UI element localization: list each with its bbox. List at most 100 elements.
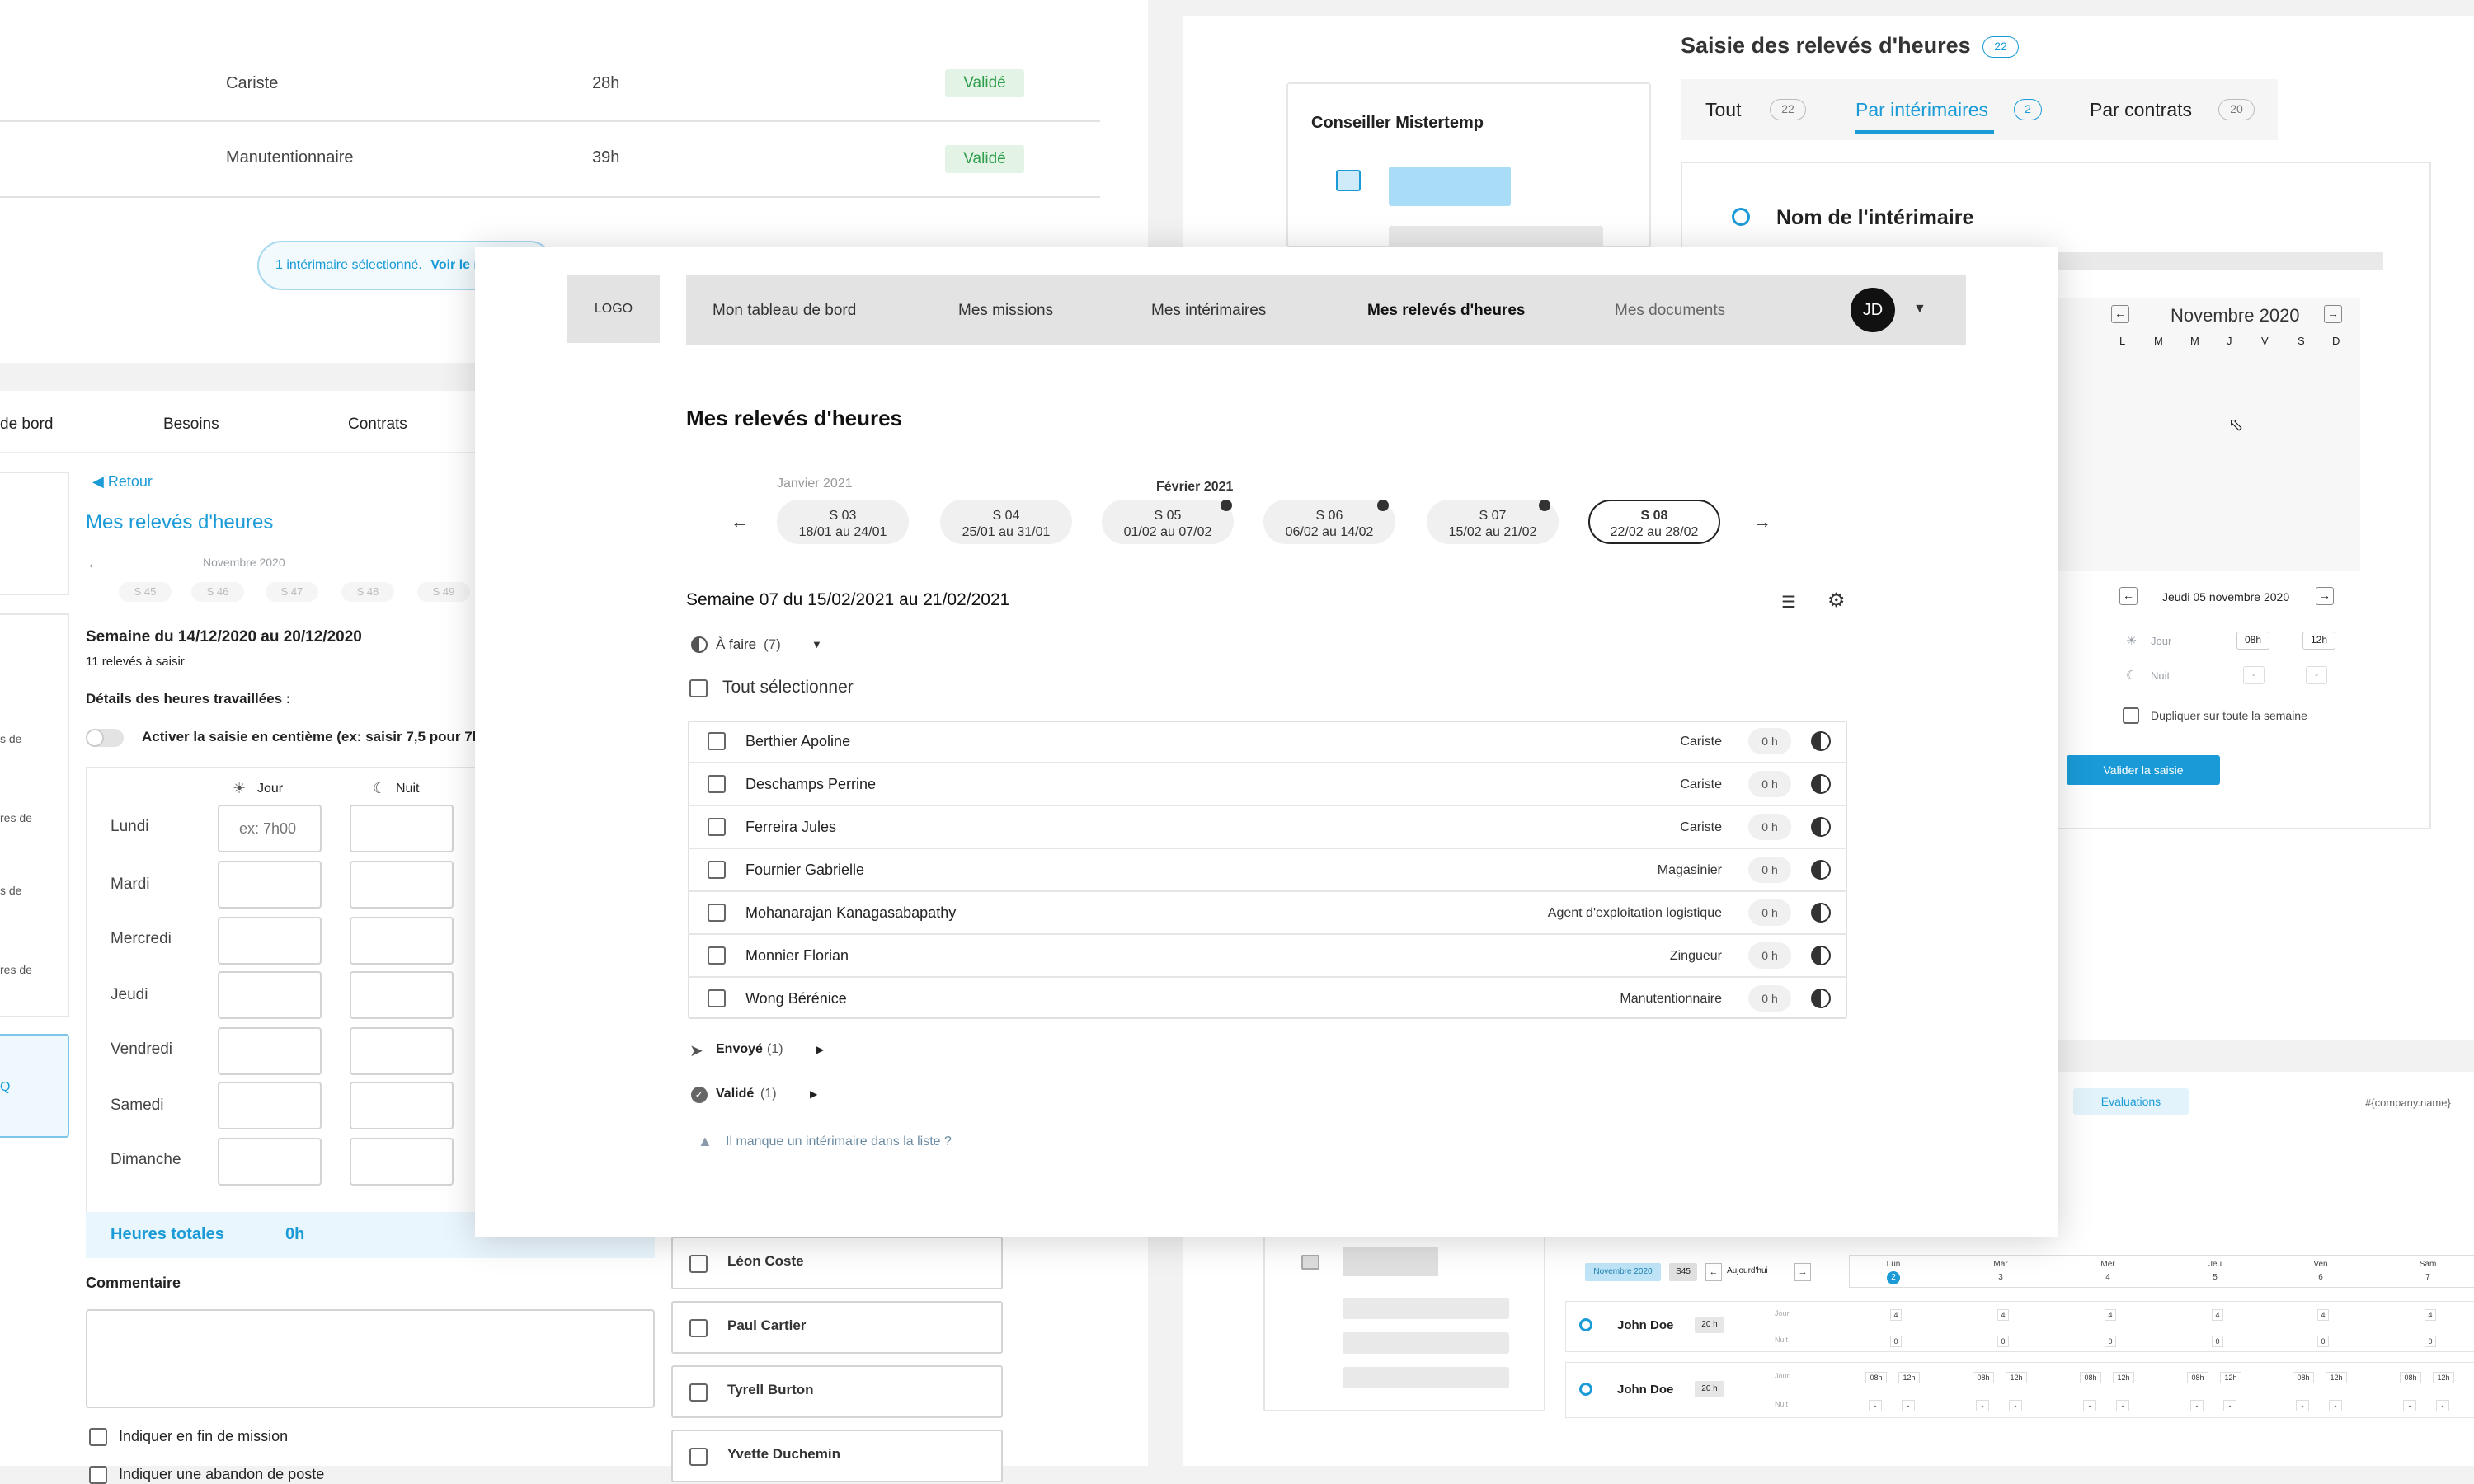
week-pill[interactable]: S 48 — [341, 582, 394, 602]
day-hours-input[interactable] — [218, 805, 322, 852]
list-checkbox[interactable] — [689, 1319, 708, 1337]
week-prev-icon[interactable]: ← — [731, 511, 749, 533]
row-checkbox[interactable] — [708, 732, 726, 750]
night-hours-input[interactable] — [350, 971, 454, 1019]
next-icon[interactable]: → — [1794, 1263, 1811, 1281]
table-row[interactable]: Ferreira Jules Cariste 0 h — [688, 806, 1847, 849]
planning-cell[interactable]: 12h — [2113, 1372, 2134, 1383]
planning-cell[interactable]: 08h — [1865, 1372, 1887, 1383]
tab-evaluations[interactable]: Evaluations — [2073, 1088, 2189, 1115]
planning-cell[interactable]: 4 — [2317, 1309, 2329, 1321]
planning-cell[interactable]: 0 — [2317, 1336, 2329, 1347]
missing-interim-link[interactable]: Il manque un intérimaire dans la liste ? — [726, 1134, 952, 1149]
day-hours-input[interactable] — [218, 917, 322, 965]
week-pill[interactable]: S 45 — [119, 582, 172, 602]
night-end[interactable]: - — [2306, 666, 2327, 684]
start-time[interactable]: 08h — [2236, 632, 2269, 650]
duplicate-checkbox[interactable] — [2123, 707, 2139, 724]
back-link[interactable]: ◀ Retour — [92, 473, 153, 491]
planning-cell[interactable]: 08h — [2293, 1372, 2314, 1383]
list-item[interactable]: Yvette Duchemin — [671, 1430, 1003, 1482]
night-hours-input[interactable] — [350, 861, 454, 909]
day-hours-input[interactable] — [218, 1027, 322, 1075]
nav-releves[interactable]: Mes relevés d'heures — [1367, 302, 1525, 320]
planning-cell[interactable]: 4 — [1890, 1309, 1902, 1321]
nav-dashboard[interactable]: Mon tableau de bord — [713, 302, 856, 320]
table-row[interactable]: Monnier Florian Zingueur 0 h — [688, 935, 1847, 978]
sent-label[interactable]: Envoyé — [716, 1042, 763, 1057]
table-row[interactable]: Berthier Apoline Cariste 0 h — [688, 721, 1847, 763]
row-checkbox[interactable] — [708, 946, 726, 965]
week-chip[interactable]: S45 — [1669, 1263, 1697, 1281]
week-s03[interactable]: S 03 18/01 au 24/01 — [777, 500, 909, 544]
left-card-active[interactable]: Q — [0, 1034, 69, 1138]
table-row[interactable]: Deschamps Perrine Cariste 0 h — [688, 763, 1847, 806]
planning-cell[interactable]: 12h — [1898, 1372, 1920, 1383]
night-hours-input[interactable] — [350, 1027, 454, 1075]
planning-cell[interactable]: - — [1976, 1400, 1989, 1411]
row-checkbox[interactable] — [708, 904, 726, 922]
planning-cell[interactable]: - — [2116, 1400, 2129, 1411]
sent-caret-icon[interactable]: ▶ — [816, 1044, 824, 1055]
abandon-checkbox[interactable] — [89, 1466, 107, 1484]
table-row[interactable]: Fournier Gabrielle Magasinier 0 h — [688, 849, 1847, 892]
planning-cell[interactable]: - — [2329, 1400, 2342, 1411]
planning-cell[interactable]: 4 — [2425, 1309, 2436, 1321]
planning-cell[interactable]: - — [2403, 1400, 2416, 1411]
list-checkbox[interactable] — [689, 1255, 708, 1273]
validated-label[interactable]: Validé — [716, 1087, 754, 1101]
planning-cell[interactable]: - — [2223, 1400, 2236, 1411]
planning-cell[interactable]: 4 — [2212, 1309, 2223, 1321]
table-row[interactable]: Wong Bérénice Manutentionnaire 0 h — [688, 978, 1847, 1021]
night-hours-input[interactable] — [350, 917, 454, 965]
planning-cell[interactable]: 08h — [2187, 1372, 2208, 1383]
table-row[interactable]: Mohanarajan Kanagasabapathy Agent d'explo… — [688, 892, 1847, 935]
decimal-toggle[interactable] — [86, 729, 124, 747]
select-all-checkbox[interactable] — [689, 679, 708, 697]
user-menu-caret-icon[interactable]: ▼ — [1913, 302, 1926, 317]
week-next-icon[interactable]: → — [1753, 511, 1771, 533]
row-checkbox[interactable] — [708, 818, 726, 836]
nav-missions[interactable]: Mes missions — [958, 302, 1053, 320]
tab-besoins[interactable]: Besoins — [163, 416, 219, 434]
planning-cell[interactable]: - — [1902, 1400, 1915, 1411]
week-pill[interactable]: S 47 — [266, 582, 318, 602]
prev-icon[interactable]: ← — [1705, 1263, 1722, 1281]
week-s08[interactable]: S 08 22/02 au 28/02 — [1588, 500, 1720, 544]
planning-cell[interactable]: 08h — [2080, 1372, 2101, 1383]
day-hours-input[interactable] — [218, 1082, 322, 1129]
comment-textarea[interactable] — [86, 1309, 655, 1408]
planning-cell[interactable]: - — [2083, 1400, 2096, 1411]
day-next-icon[interactable]: → — [2316, 587, 2334, 605]
planning-cell[interactable]: 0 — [1890, 1336, 1902, 1347]
settings-gear-icon[interactable]: ⚙ — [1827, 589, 1846, 613]
week-s06[interactable]: S 06 06/02 au 14/02 — [1263, 500, 1395, 544]
night-hours-input[interactable] — [350, 1082, 454, 1129]
planning-cell[interactable]: 12h — [2006, 1372, 2027, 1383]
calendar-next-icon[interactable]: → — [2324, 305, 2342, 323]
planning-cell[interactable]: 0 — [1997, 1336, 2009, 1347]
row-checkbox[interactable] — [708, 775, 726, 793]
logo[interactable]: LOGO — [567, 275, 660, 343]
tab-par-interimaires[interactable]: Par intérimaires — [1856, 99, 1988, 121]
day-prev-icon[interactable]: ← — [2119, 587, 2138, 605]
planning-cell[interactable]: 12h — [2326, 1372, 2347, 1383]
list-checkbox[interactable] — [689, 1383, 708, 1402]
planning-cell[interactable]: 0 — [2212, 1336, 2223, 1347]
planning-cell[interactable]: - — [2190, 1400, 2204, 1411]
tab-tout[interactable]: Tout — [1705, 99, 1741, 121]
night-start[interactable]: - — [2243, 666, 2265, 684]
planning-cell[interactable]: 12h — [2220, 1372, 2241, 1383]
night-hours-input[interactable] — [350, 805, 454, 852]
night-hours-input[interactable] — [350, 1138, 454, 1186]
nav-documents[interactable]: Mes documents — [1615, 302, 1725, 320]
tab-dashboard[interactable]: de bord — [0, 416, 53, 434]
tab-contrats[interactable]: Contrats — [348, 416, 407, 434]
planning-cell[interactable]: 4 — [2105, 1309, 2116, 1321]
planning-cell[interactable]: 4 — [1997, 1309, 2009, 1321]
week-pill[interactable]: S 49 — [417, 582, 470, 602]
planning-cell[interactable]: 08h — [2400, 1372, 2421, 1383]
planning-cell[interactable]: - — [2296, 1400, 2309, 1411]
week-s04[interactable]: S 04 25/01 au 31/01 — [940, 500, 1072, 544]
filter-icon[interactable]: ☰ — [1781, 592, 1796, 613]
